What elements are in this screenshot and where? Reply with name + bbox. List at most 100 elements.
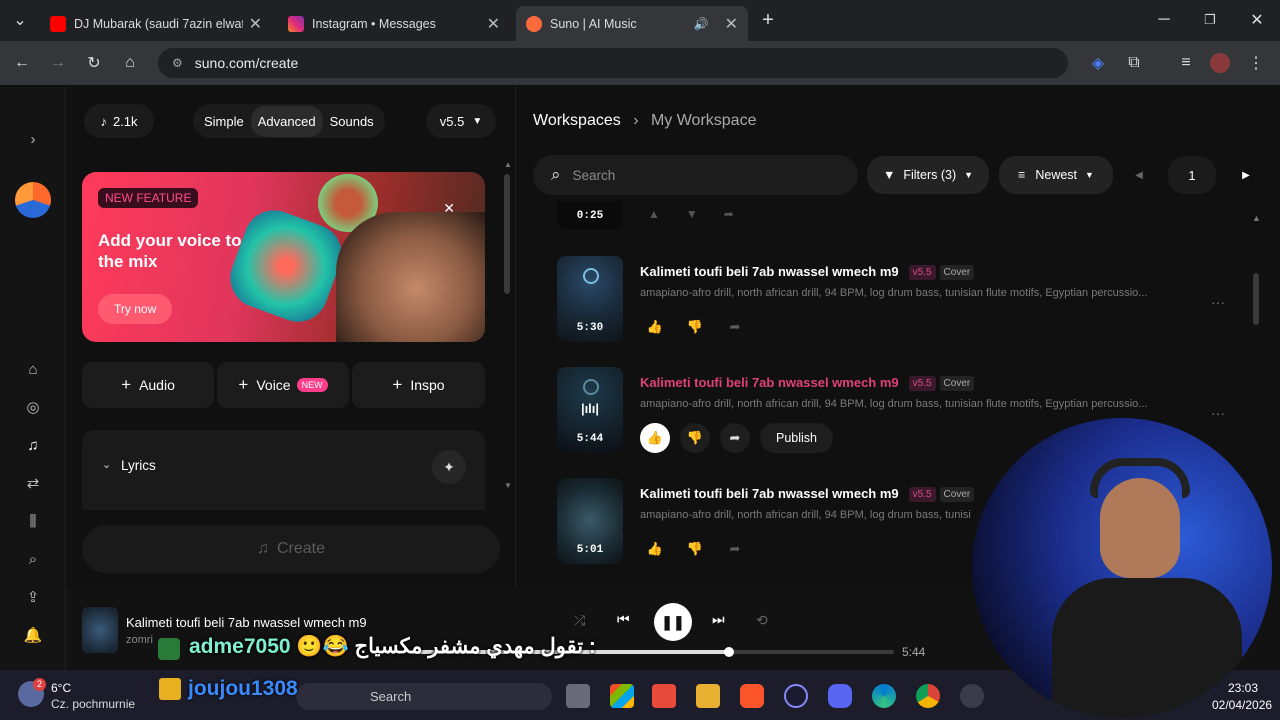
thumbs-up-icon[interactable]: 👍 bbox=[640, 423, 670, 453]
library-icon[interactable]: ⫼ bbox=[21, 509, 45, 533]
user-avatar[interactable] bbox=[15, 182, 51, 218]
song-thumbnail[interactable]: 5:30 bbox=[557, 256, 623, 342]
song-thumbnail[interactable]: |ılı| 5:44 bbox=[557, 367, 623, 453]
office-icon[interactable] bbox=[652, 684, 676, 708]
song-count-pill[interactable]: ♪ 2.1k bbox=[84, 104, 154, 138]
publish-button[interactable]: Publish bbox=[760, 423, 833, 453]
close-icon[interactable]: ✕ bbox=[725, 14, 738, 34]
more-options-icon[interactable]: ··· bbox=[1211, 294, 1225, 310]
omnibox[interactable]: ⚙ suno.com/create bbox=[158, 48, 1068, 78]
search-icon[interactable]: ⌕ bbox=[21, 547, 45, 571]
thumbs-down-icon[interactable]: 👎 bbox=[680, 312, 710, 342]
audio-playing-icon[interactable]: 🔊 bbox=[694, 17, 709, 31]
share-icon[interactable]: ➦ bbox=[720, 534, 750, 564]
songs-scroll-thumb[interactable] bbox=[1253, 273, 1259, 325]
upload-icon[interactable]: ⇪ bbox=[21, 585, 45, 609]
shuffle-icon[interactable]: ⤮ bbox=[574, 612, 585, 629]
mode-simple[interactable]: Simple bbox=[197, 106, 251, 137]
tab-youtube[interactable]: DJ Mubarak (saudi 7azin elwat ✕ bbox=[40, 6, 272, 41]
extensions-puzzle-icon[interactable]: ⧉ bbox=[1122, 51, 1146, 75]
edge-icon[interactable] bbox=[872, 684, 896, 708]
player-thumbnail[interactable] bbox=[82, 607, 118, 653]
thumbs-up-icon[interactable]: 👍 bbox=[640, 312, 670, 342]
minimize-icon[interactable]: ─ bbox=[1152, 8, 1176, 32]
song-row[interactable]: 5:30 Kalimeti toufi beli 7ab nwassel wme… bbox=[557, 256, 1237, 346]
lyrics-label[interactable]: Lyrics bbox=[121, 458, 156, 473]
close-icon[interactable]: ✕ bbox=[487, 14, 500, 34]
player-artist[interactable]: zomri bbox=[126, 634, 153, 646]
page-number[interactable]: 1 bbox=[1168, 156, 1216, 194]
song-title[interactable]: Kalimeti toufi beli 7ab nwassel wmech m9 bbox=[640, 486, 899, 501]
back-icon[interactable]: ← bbox=[10, 51, 34, 75]
forward-icon[interactable]: → bbox=[46, 51, 70, 75]
pause-button[interactable]: ❚❚ bbox=[654, 603, 692, 641]
create-music-icon[interactable]: ♫ bbox=[21, 433, 45, 457]
notifications-bell-icon[interactable]: 🔔 bbox=[21, 623, 45, 647]
tab-suno[interactable]: Suno | AI Music 🔊 ✕ bbox=[516, 6, 748, 41]
add-voice-button[interactable]: + Voice NEW bbox=[217, 362, 349, 408]
media-controls-icon[interactable]: ≡ bbox=[1174, 51, 1198, 75]
sort-button[interactable]: ≡ Newest ▼ bbox=[999, 156, 1113, 194]
next-track-icon[interactable]: ⏭ bbox=[712, 611, 725, 628]
mode-advanced[interactable]: Advanced bbox=[250, 105, 323, 137]
taskbar-search[interactable]: Search bbox=[296, 683, 552, 710]
add-inspo-button[interactable]: + Inspo bbox=[352, 362, 485, 408]
restore-icon[interactable]: ❐ bbox=[1198, 8, 1222, 32]
more-options-icon[interactable]: ··· bbox=[1211, 405, 1225, 421]
version-select[interactable]: v5.5 ▼ bbox=[426, 104, 496, 138]
chrome-icon[interactable] bbox=[916, 684, 940, 708]
expand-chevron-icon[interactable]: › bbox=[21, 127, 45, 151]
close-icon[interactable]: ✕ bbox=[249, 14, 262, 34]
filters-button[interactable]: ▼ Filters (3) ▼ bbox=[867, 156, 989, 194]
site-info-icon[interactable]: ⚙ bbox=[172, 56, 183, 70]
scroll-up-icon[interactable]: ▲ bbox=[1252, 213, 1261, 223]
extension-shield-icon[interactable]: ◈ bbox=[1086, 51, 1110, 75]
new-tab-icon[interactable]: + bbox=[756, 8, 780, 32]
app-circle-icon[interactable] bbox=[784, 684, 808, 708]
obs-icon[interactable] bbox=[960, 684, 984, 708]
song-title[interactable]: Kalimeti toufi beli 7ab nwassel wmech m9 bbox=[640, 375, 899, 390]
player-title[interactable]: Kalimeti toufi beli 7ab nwassel wmech m9 bbox=[126, 615, 367, 630]
next-page-button[interactable]: ▶ bbox=[1229, 156, 1263, 194]
breadcrumb-root[interactable]: Workspaces bbox=[533, 112, 621, 129]
previous-track-icon[interactable]: ⏮ bbox=[617, 611, 630, 628]
try-now-button[interactable]: Try now bbox=[98, 294, 173, 324]
repeat-icon[interactable]: ⟲ bbox=[756, 612, 768, 629]
magic-wand-icon[interactable]: ✦ bbox=[432, 450, 466, 484]
search-input[interactable]: ⌕ Search bbox=[533, 155, 858, 195]
discord-icon[interactable] bbox=[828, 684, 852, 708]
menu-kebab-icon[interactable]: ⋮ bbox=[1244, 51, 1268, 75]
weather-temp[interactable]: 6°C bbox=[51, 681, 71, 695]
prev-page-button[interactable]: ◀ bbox=[1122, 156, 1156, 194]
home-icon[interactable]: ⌂ bbox=[118, 51, 142, 75]
tab-search-icon[interactable]: ⌄ bbox=[8, 8, 32, 32]
studio-icon[interactable]: ⇄ bbox=[21, 471, 45, 495]
create-button[interactable]: ♫ Create bbox=[82, 525, 500, 573]
brave-icon[interactable] bbox=[740, 684, 764, 708]
add-audio-button[interactable]: + Audio bbox=[82, 362, 214, 408]
profile-avatar[interactable] bbox=[1210, 53, 1230, 73]
thumbs-down-icon[interactable]: 👎 bbox=[680, 534, 710, 564]
thumbs-up-icon[interactable]: 👍 bbox=[640, 534, 670, 564]
song-thumbnail[interactable]: 5:01 bbox=[557, 478, 623, 564]
mode-sounds[interactable]: Sounds bbox=[323, 106, 381, 137]
share-icon[interactable]: ➦ bbox=[720, 312, 750, 342]
share-icon[interactable]: ➦ bbox=[720, 423, 750, 453]
close-icon[interactable]: ✕ bbox=[443, 200, 455, 217]
new-feature-banner[interactable]: NEW FEATURE Add your voice to the mix Tr… bbox=[82, 172, 485, 342]
close-window-icon[interactable]: ✕ bbox=[1245, 8, 1269, 32]
scroll-thumb[interactable] bbox=[504, 174, 510, 294]
task-view-icon[interactable] bbox=[566, 684, 590, 708]
microsoft-store-icon[interactable] bbox=[610, 684, 634, 708]
create-scrollbar[interactable]: ▲ ▼ bbox=[504, 160, 512, 490]
scroll-up-icon[interactable]: ▲ bbox=[504, 160, 512, 169]
chevron-down-icon[interactable]: ⌄ bbox=[102, 458, 111, 471]
scroll-down-icon[interactable]: ▼ bbox=[504, 481, 512, 490]
song-thumb-partial[interactable]: 0:25 bbox=[557, 201, 623, 229]
thumbs-down-icon[interactable]: 👎 bbox=[680, 423, 710, 453]
file-explorer-icon[interactable] bbox=[696, 684, 720, 708]
song-title[interactable]: Kalimeti toufi beli 7ab nwassel wmech m9 bbox=[640, 264, 899, 279]
home-icon[interactable]: ⌂ bbox=[21, 357, 45, 381]
tab-instagram[interactable]: Instagram • Messages ✕ bbox=[278, 6, 510, 41]
reload-icon[interactable]: ↻ bbox=[82, 51, 106, 75]
